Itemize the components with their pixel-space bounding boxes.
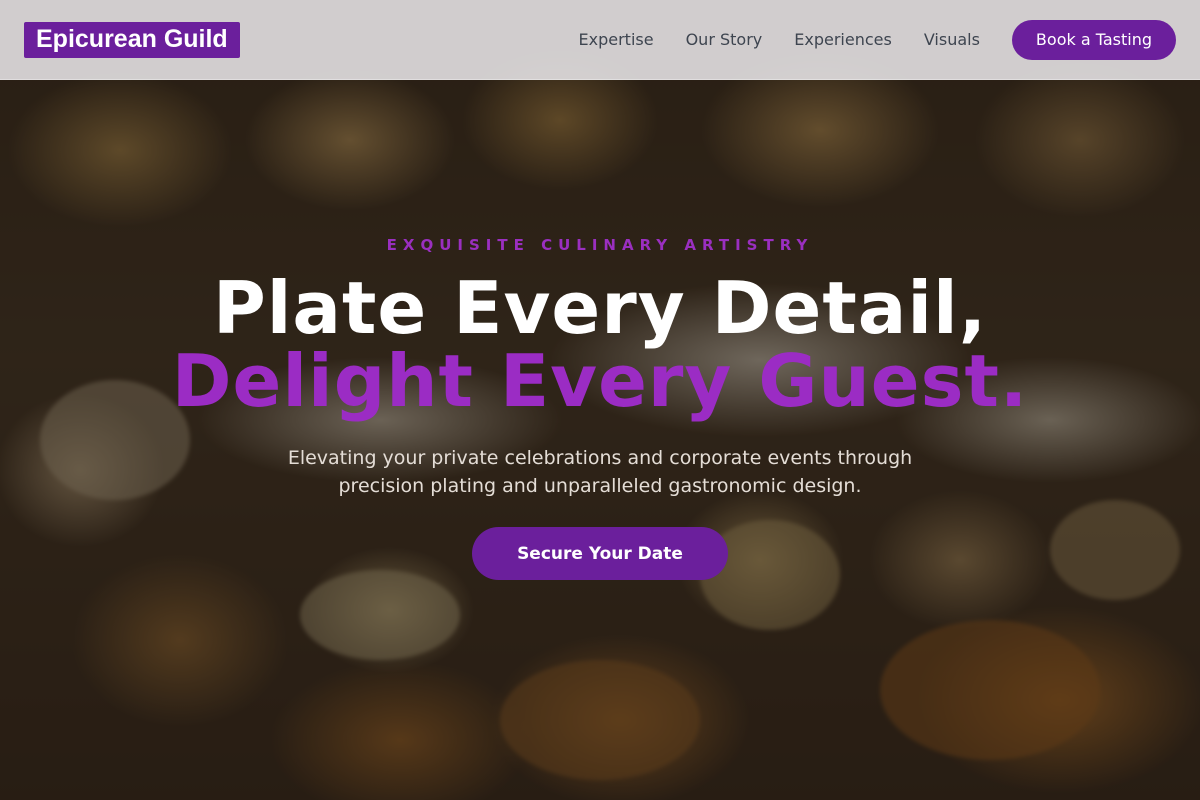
book-tasting-button[interactable]: Book a Tasting — [1011, 19, 1176, 60]
top-navbar: Epicurean Guild Expertise Our Story Expe… — [0, 0, 1200, 80]
nav-link-expertise[interactable]: Expertise — [579, 30, 654, 49]
hero-headline-line2: Delight Every Guest. — [171, 339, 1029, 423]
nav-link-visuals[interactable]: Visuals — [924, 30, 980, 49]
hero-subtext: Elevating your private celebrations and … — [287, 447, 913, 497]
hero-headline: Plate Every Detail, Delight Every Guest. — [0, 272, 1200, 418]
hero-eyebrow: EXQUISITE CULINARY ARTISTRY — [386, 236, 814, 254]
nav-link-our-story[interactable]: Our Story — [686, 30, 763, 49]
hero-headline-line1: Plate Every Detail, — [212, 266, 988, 350]
secure-date-button[interactable]: Secure Your Date — [472, 527, 728, 580]
food-item — [880, 620, 1100, 760]
food-item — [300, 570, 460, 660]
hero-section: EXQUISITE CULINARY ARTISTRY Plate Every … — [0, 230, 1200, 580]
brand-logo[interactable]: Epicurean Guild — [24, 21, 240, 58]
nav-link-experiences[interactable]: Experiences — [794, 30, 892, 49]
nav-links: Expertise Our Story Experiences Visuals — [579, 30, 980, 49]
food-item — [500, 660, 700, 780]
